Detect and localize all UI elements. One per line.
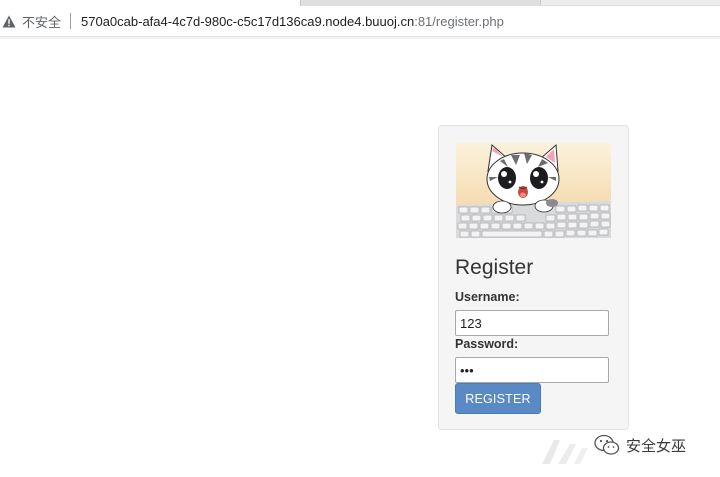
address-divider xyxy=(70,13,72,29)
address-bar[interactable]: 不安全 570a0cab-afa4-4c7d-980c-c5c17d136ca9… xyxy=(0,6,720,37)
register-button[interactable]: REGISTER xyxy=(455,383,541,414)
username-input[interactable] xyxy=(455,310,609,336)
wechat-icon xyxy=(594,434,620,456)
browser-tab-inactive[interactable] xyxy=(540,0,720,5)
url-host: 570a0cab-afa4-4c7d-980c-c5c17d136ca9.nod… xyxy=(81,13,415,29)
password-label: Password: xyxy=(455,337,519,351)
watermark-logo xyxy=(540,438,590,471)
security-label[interactable]: 不安全 xyxy=(22,12,61,31)
register-card: Register Username: Password: REGISTER xyxy=(438,125,629,430)
username-label: Username: xyxy=(455,290,520,304)
watermark-text: 安全女巫 xyxy=(626,437,687,455)
toolbar-divider xyxy=(0,37,720,39)
warning-icon[interactable] xyxy=(2,14,16,28)
watermark: 安全女巫 xyxy=(594,434,686,456)
form-title: Register xyxy=(455,256,534,279)
password-input[interactable] xyxy=(455,357,609,383)
cat-banner-image xyxy=(456,143,611,238)
url-text[interactable]: 570a0cab-afa4-4c7d-980c-c5c17d136ca9.nod… xyxy=(81,14,504,29)
url-path: :81/register.php xyxy=(414,13,504,29)
